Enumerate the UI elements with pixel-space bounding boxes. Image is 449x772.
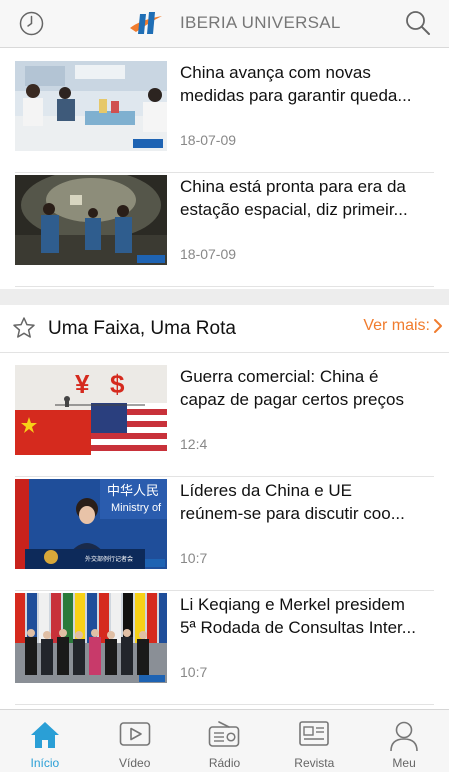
- article-date: 18-07-09: [180, 132, 237, 148]
- bottom-tab-bar: Início Vídeo Rádio Revista Meu: [0, 709, 449, 772]
- article-headline: China está pronta para era da estação es…: [180, 177, 408, 219]
- tab-revista[interactable]: Revista: [269, 710, 359, 772]
- see-more-link[interactable]: Ver mais:: [363, 317, 443, 335]
- article-item[interactable]: Li Keqiang e Merkel presidem 5ª Rodada d…: [15, 593, 434, 705]
- svg-text:外交部例行记者会: 外交部例行记者会: [85, 555, 133, 563]
- article-date: 18-07-09: [180, 246, 237, 262]
- news-feed[interactable]: China avança com novas medidas para gara…: [0, 49, 449, 709]
- chevron-right-icon: [434, 319, 442, 333]
- user-icon: [390, 721, 418, 752]
- app-title: IBERIA UNIVERSAL: [180, 13, 341, 32]
- magazine-icon: [299, 721, 330, 746]
- clock-icon[interactable]: [19, 11, 44, 36]
- article-headline: Li Keqiang e Merkel presidem 5ª Rodada d…: [180, 595, 416, 637]
- tab-label: Revista: [294, 756, 335, 770]
- section-separator: [0, 289, 449, 305]
- article-date: 12:4: [180, 436, 208, 452]
- radio-icon: [209, 721, 240, 747]
- app-header: IBERIA UNIVERSAL: [0, 0, 449, 48]
- search-icon[interactable]: [404, 9, 432, 37]
- article-thumbnail: [15, 61, 167, 151]
- article-item[interactable]: 中华人民 Ministry of 外交部例行记者会 Líderes da Chi…: [15, 479, 434, 591]
- article-headline: Líderes da China e UE reúnem-se para dis…: [180, 481, 405, 523]
- tab-inicio[interactable]: Início: [0, 710, 90, 772]
- article-thumbnail: [15, 175, 167, 265]
- star-icon[interactable]: [12, 316, 36, 340]
- video-play-icon: [119, 722, 150, 746]
- article-headline: China avança com novas medidas para gara…: [180, 63, 412, 105]
- tab-label: Início: [30, 756, 60, 770]
- section-title: Uma Faixa, Uma Rota: [48, 318, 236, 339]
- section-header: Uma Faixa, Uma Rota Ver mais:: [0, 305, 449, 353]
- article-item[interactable]: China está pronta para era da estação es…: [15, 175, 434, 287]
- see-more-label: Ver mais:: [363, 317, 430, 334]
- svg-text:中华人民: 中华人民: [107, 484, 159, 499]
- svg-text:$: $: [110, 369, 125, 399]
- svg-text:¥: ¥: [75, 369, 90, 399]
- article-thumbnail: ¥ $: [15, 365, 167, 455]
- svg-text:Ministry of: Ministry of: [111, 502, 162, 514]
- article-item[interactable]: China avança com novas medidas para gara…: [15, 61, 434, 173]
- home-icon: [30, 722, 59, 748]
- tab-label: Rádio: [208, 756, 241, 770]
- tab-radio[interactable]: Rádio: [180, 710, 270, 772]
- app-logo-icon: [130, 12, 162, 34]
- tab-video[interactable]: Vídeo: [90, 710, 180, 772]
- tab-label: Meu: [392, 756, 416, 770]
- article-thumbnail: [15, 593, 167, 683]
- tab-meu[interactable]: Meu: [359, 710, 449, 772]
- article-item[interactable]: ¥ $ Guerra comercial: China é capaz de p…: [15, 365, 434, 477]
- article-thumbnail: 中华人民 Ministry of 外交部例行记者会: [15, 479, 167, 569]
- article-date: 10:7: [180, 550, 208, 566]
- article-headline: Guerra comercial: China é capaz de pagar…: [180, 367, 404, 409]
- tab-label: Vídeo: [119, 756, 151, 770]
- article-date: 10:7: [180, 664, 208, 680]
